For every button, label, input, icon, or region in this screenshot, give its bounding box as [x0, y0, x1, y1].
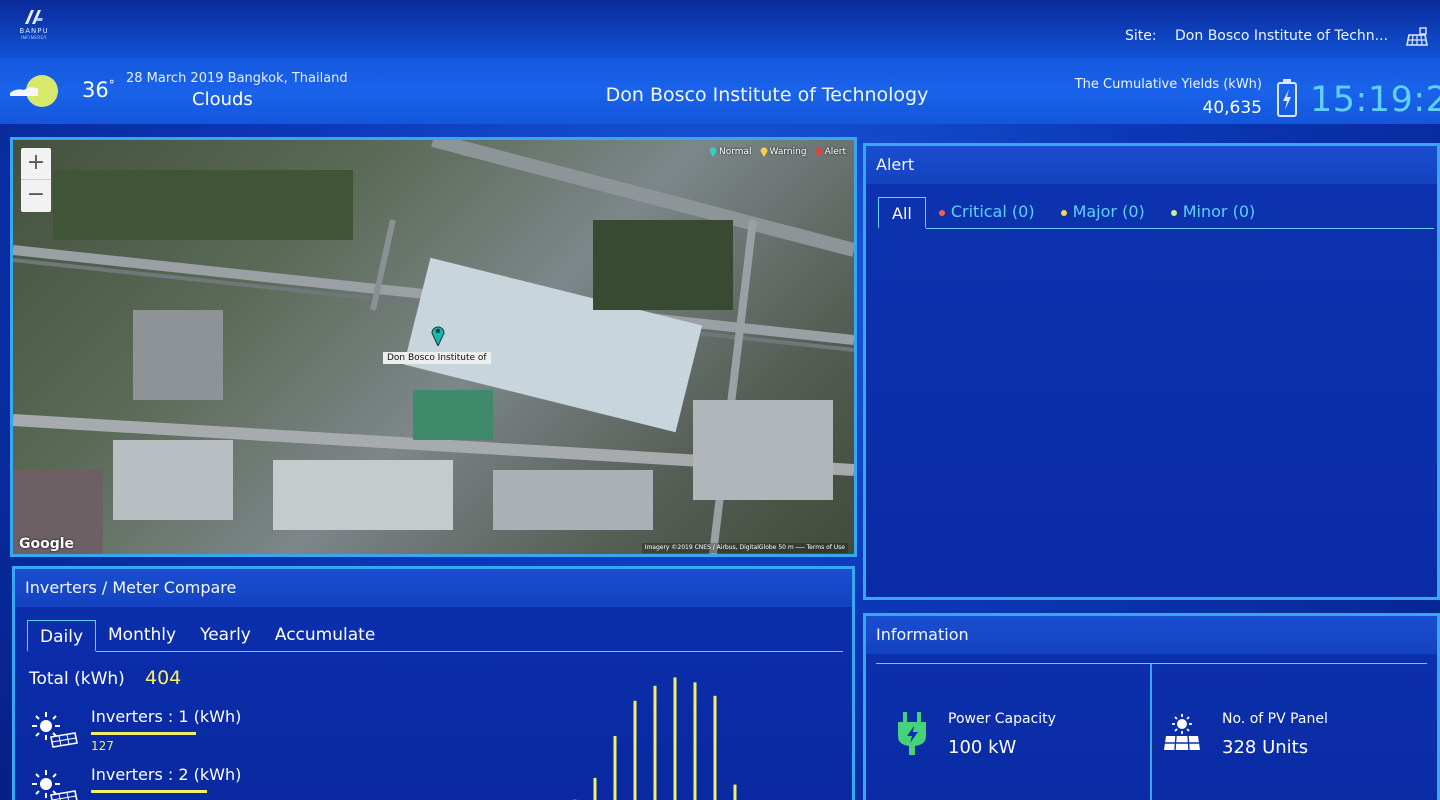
minor-dot-icon [1170, 209, 1177, 216]
clock: 15:19:27 [1310, 80, 1440, 120]
site-map[interactable]: + − Normal Warning Alert Don Bosco Insti… [10, 137, 857, 557]
site-marker-label: Don Bosco Institute of [383, 352, 491, 364]
tab-yearly[interactable]: Yearly [188, 619, 263, 651]
tab-major[interactable]: Major (0) [1048, 196, 1158, 228]
critical-dot-icon [938, 209, 945, 216]
inverter-1-label: Inverters : 1 (kWh) [91, 707, 242, 726]
map-legend: Normal Warning Alert [709, 146, 846, 157]
power-capacity-label: Power Capacity [948, 711, 1056, 727]
zoom-out-button[interactable]: − [21, 180, 51, 212]
brand-sub: INFINERGY [21, 35, 47, 40]
alert-panel: Alert All Critical (0) Major (0) Minor (… [863, 143, 1440, 600]
legend-warning: Warning [760, 146, 807, 157]
battery-charging-icon [1277, 79, 1297, 117]
top-bar: BANPU INFINERGY Site: Don Bosco Institut… [0, 0, 1440, 58]
tab-minor[interactable]: Minor (0) [1158, 196, 1269, 228]
weather-date-location: 28 March 2019 Bangkok, Thailand [126, 71, 348, 86]
site-label: Site: [1124, 28, 1157, 44]
satellite-imagery [13, 140, 854, 554]
pv-panel-value: 328 Units [1222, 737, 1309, 758]
site-marker-icon[interactable] [431, 324, 445, 346]
total-label: Total (kWh) [29, 669, 125, 689]
cumulative-yield-label: The Cumulative Yields (kWh) [1074, 77, 1262, 92]
alert-title: Alert [866, 146, 1437, 184]
chart-bar-3 [613, 736, 617, 800]
sun-panel-icon [32, 770, 78, 800]
zoom-in-button[interactable]: + [21, 148, 51, 180]
total-value: 404 [145, 667, 182, 689]
brand-name: BANPU [19, 27, 49, 35]
chart-bar-4 [633, 700, 637, 800]
alert-tabs: All Critical (0) Major (0) Minor (0) [878, 196, 1434, 229]
inverter-1-bar [91, 732, 196, 735]
legend-alert: Alert [815, 146, 846, 157]
inverter-compare-panel: Inverters / Meter Compare Daily Monthly … [12, 566, 855, 800]
tab-all[interactable]: All [878, 197, 926, 229]
tab-monthly[interactable]: Monthly [96, 619, 188, 651]
pin-normal-icon [709, 147, 717, 157]
tab-critical[interactable]: Critical (0) [926, 196, 1048, 228]
chart-bar-7 [693, 682, 697, 800]
status-header: 36° 28 March 2019 Bangkok, Thailand Clou… [0, 58, 1440, 124]
information-column-divider [1150, 664, 1152, 800]
power-capacity-value: 100 kW [948, 737, 1017, 758]
inverter-1-value: 127 [91, 739, 114, 753]
tab-daily[interactable]: Daily [27, 620, 97, 652]
cloudy-sun-icon [10, 75, 58, 107]
compare-title: Inverters / Meter Compare [15, 569, 852, 607]
information-title: Information [866, 616, 1437, 654]
inverter-2-bar [91, 790, 207, 793]
pin-alert-icon [815, 147, 823, 157]
chart-bar-6 [673, 677, 677, 800]
inverter-2-label: Inverters : 2 (kWh) [91, 765, 242, 784]
solar-grid-icon[interactable] [1406, 26, 1428, 48]
chart-bar-9 [733, 784, 737, 800]
pv-panel-label: No. of PV Panel [1222, 711, 1328, 727]
tab-accumulate[interactable]: Accumulate [263, 619, 387, 651]
information-panel: Information Power Capacity 100 kW No. of… [863, 613, 1440, 800]
chart-bar-5 [653, 685, 657, 800]
daily-output-chart [573, 677, 737, 800]
sun-panel-icon [32, 712, 78, 748]
chart-bar-2 [593, 777, 597, 800]
pin-warning-icon [760, 147, 768, 157]
plug-icon [898, 712, 926, 755]
temperature: 36° [82, 78, 115, 102]
weather-condition: Clouds [192, 89, 253, 110]
site-selector[interactable]: Site: Don Bosco Institute of Techn... [1125, 28, 1388, 44]
legend-normal: Normal [709, 146, 752, 157]
solar-panel-icon [1164, 714, 1200, 751]
page-title: Don Bosco Institute of Technology [605, 84, 929, 106]
compare-tabs: Daily Monthly Yearly Accumulate [27, 619, 843, 652]
site-value: Don Bosco Institute of Techn... [1175, 28, 1388, 44]
map-credit: Imagery ©2019 CNES / Airbus, DigitalGlob… [641, 543, 848, 553]
map-zoom-control: + − [21, 148, 51, 212]
chart-bar-8 [713, 695, 717, 800]
inverter-row-2[interactable]: Inverters : 2 (kWh) [29, 765, 289, 800]
banpu-logo-icon [25, 10, 43, 24]
cumulative-yield-value: 40,635 [1202, 98, 1262, 118]
inverter-row-1[interactable]: Inverters : 1 (kWh) 127 [29, 707, 289, 759]
major-dot-icon [1060, 209, 1067, 216]
google-logo: Google [19, 536, 75, 552]
brand-logo: BANPU INFINERGY [14, 8, 54, 48]
